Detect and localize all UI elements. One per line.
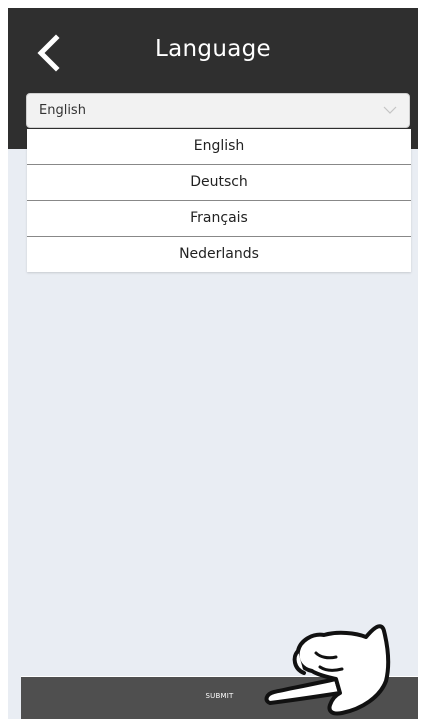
app-header: Language English bbox=[8, 8, 418, 149]
language-select[interactable]: English bbox=[26, 93, 410, 128]
hand-pointer-icon bbox=[264, 624, 391, 716]
language-dropdown: English Deutsch Français Nederlands bbox=[27, 129, 411, 272]
app-screen: Language English English Deutsch Françai… bbox=[8, 8, 418, 719]
option-deutsch[interactable]: Deutsch bbox=[27, 165, 411, 201]
option-nederlands[interactable]: Nederlands bbox=[27, 237, 411, 272]
language-select-value: English bbox=[39, 103, 86, 118]
option-english[interactable]: English bbox=[27, 129, 411, 165]
chevron-down-icon bbox=[383, 106, 397, 114]
page-title: Language bbox=[155, 36, 271, 62]
option-francais[interactable]: Français bbox=[27, 201, 411, 237]
